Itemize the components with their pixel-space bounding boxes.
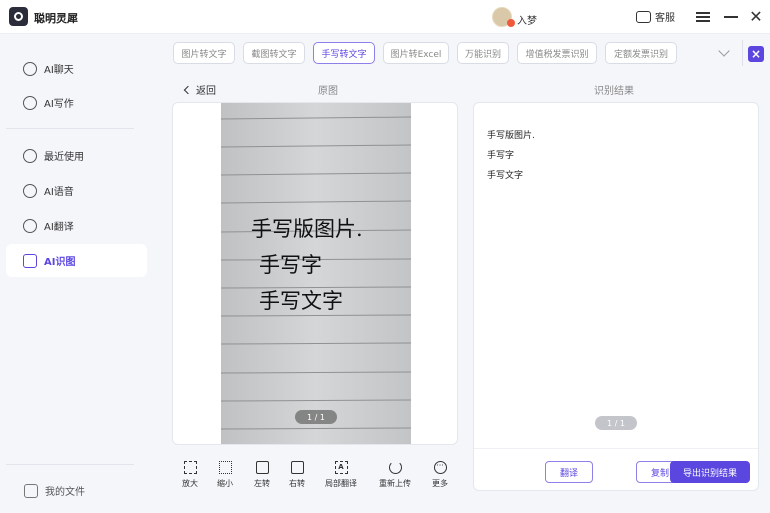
sidebar-item-ai-chat[interactable]: AI聊天 [6, 52, 147, 85]
close-window-button[interactable]: ✕ [749, 9, 763, 25]
sidebar-item-label: AI聊天 [44, 65, 74, 76]
sidebar-item-label: AI写作 [44, 99, 74, 110]
local-translate-icon: A [334, 461, 348, 474]
sidebar-item-ai-voice[interactable]: AI语音 [6, 174, 147, 207]
scan-icon [23, 253, 37, 268]
zoom-in-button[interactable]: 放大 [170, 461, 210, 489]
sidebar-item-label: 最近使用 [44, 152, 84, 163]
local-translate-button[interactable]: A 局部翻译 [321, 461, 361, 489]
more-button[interactable]: ··· 更多 [420, 461, 460, 489]
result-panel: 手写版图片. 手写字 手写文字 1 / 1 翻译 复制 导出识别结果 [473, 102, 759, 491]
minimize-button[interactable] [724, 10, 738, 24]
sidebar-divider [6, 464, 134, 465]
sidebar: AI聊天 AI写作 最近使用 AI语音 AI翻译 AI识图 我的文件 [0, 34, 157, 513]
expand-icon [183, 461, 197, 474]
handwriting-photo: 手写版图片. 手写字 手写文字 [221, 103, 411, 444]
result-label: 识别结果 [594, 86, 634, 97]
app-name: 聪明灵犀 [34, 12, 78, 25]
clock-icon [23, 148, 37, 163]
customer-service-button[interactable]: 客服 [636, 9, 675, 24]
sidebar-item-label: AI翻译 [44, 222, 74, 233]
tab-image-to-text[interactable]: 图片转文字 [173, 42, 235, 64]
result-line[interactable]: 手写字 [487, 148, 514, 161]
translate-button[interactable]: 翻译 [545, 461, 593, 483]
close-icon[interactable]: × [748, 46, 764, 62]
sidebar-divider [6, 128, 134, 129]
tab-vat-invoice[interactable]: 增值税发票识别 [517, 42, 597, 64]
more-icon: ··· [433, 461, 447, 474]
reload-icon [388, 461, 402, 474]
chevron-down-icon[interactable] [718, 45, 730, 57]
rotate-right-button[interactable]: 右转 [277, 461, 317, 489]
tab-image-to-excel[interactable]: 图片转Excel [383, 42, 449, 64]
image-page-indicator: 1 / 1 [295, 410, 337, 424]
folder-icon [24, 483, 38, 498]
reupload-button[interactable]: 重新上传 [375, 461, 415, 489]
my-files-label: 我的文件 [45, 487, 85, 498]
title-bar: 聪明灵犀 入梦 客服 ✕ [0, 0, 770, 34]
rotate-right-label: 右转 [289, 479, 305, 488]
tab-universal-recognition[interactable]: 万能识别 [457, 42, 509, 64]
zoom-out-label: 缩小 [217, 479, 233, 488]
feature-tabs: 图片转文字 截图转文字 手写转文字 图片转Excel 万能识别 增值税发票识别 … [157, 34, 770, 70]
main-content: 返回 原图 识别结果 手写版图片. 手写字 手写文字 1 / 1 手写版图片. … [157, 70, 770, 513]
handwriting-line: 手写版图片. [251, 217, 363, 241]
sidebar-item-label: AI识图 [44, 257, 76, 268]
rotate-right-icon [290, 461, 304, 474]
zoom-out-button[interactable]: 缩小 [205, 461, 245, 489]
rotate-left-button[interactable]: 左转 [242, 461, 282, 489]
tab-screenshot-to-text[interactable]: 截图转文字 [243, 42, 305, 64]
result-actions: 翻译 复制 导出识别结果 [474, 448, 758, 490]
sidebar-item-ai-translate[interactable]: AI翻译 [6, 209, 147, 242]
menu-button[interactable] [696, 10, 710, 24]
back-button[interactable]: 返回 [183, 82, 216, 97]
app-logo-icon [9, 7, 28, 26]
result-page-indicator: 1 / 1 [595, 416, 637, 430]
sidebar-item-label: AI语音 [44, 187, 74, 198]
tabs-divider [742, 40, 743, 66]
translate-icon [23, 218, 37, 233]
original-image-label: 原图 [318, 86, 338, 97]
username[interactable]: 入梦 [517, 12, 537, 27]
handwriting-line: 手写字 [259, 253, 322, 277]
rotate-left-label: 左转 [254, 479, 270, 488]
tab-handwriting-to-text[interactable]: 手写转文字 [313, 42, 375, 64]
chat-icon [23, 61, 37, 76]
more-label: 更多 [432, 479, 448, 488]
voice-icon [23, 183, 37, 198]
rotate-left-icon [255, 461, 269, 474]
customer-service-label: 客服 [655, 13, 675, 24]
avatar-badge-icon [507, 19, 515, 27]
shrink-icon [218, 461, 232, 474]
sidebar-item-ai-image-recognition[interactable]: AI识图 [6, 244, 147, 277]
reupload-label: 重新上传 [379, 479, 411, 488]
tab-fixed-invoice[interactable]: 定额发票识别 [605, 42, 677, 64]
pen-icon [23, 95, 37, 110]
my-files-link[interactable]: 我的文件 [24, 483, 85, 498]
chat-bubble-icon [636, 10, 651, 23]
result-line[interactable]: 手写文字 [487, 168, 523, 181]
handwriting-line: 手写文字 [259, 289, 343, 313]
chevron-left-icon [183, 85, 193, 94]
local-translate-label: 局部翻译 [325, 479, 357, 488]
sidebar-item-recent[interactable]: 最近使用 [6, 139, 147, 172]
sidebar-item-ai-writing[interactable]: AI写作 [6, 86, 147, 119]
original-image-panel: 手写版图片. 手写字 手写文字 1 / 1 [172, 102, 458, 445]
export-result-button[interactable]: 导出识别结果 [670, 461, 750, 483]
back-label: 返回 [196, 86, 216, 97]
zoom-in-label: 放大 [182, 479, 198, 488]
result-line[interactable]: 手写版图片. [487, 128, 535, 141]
